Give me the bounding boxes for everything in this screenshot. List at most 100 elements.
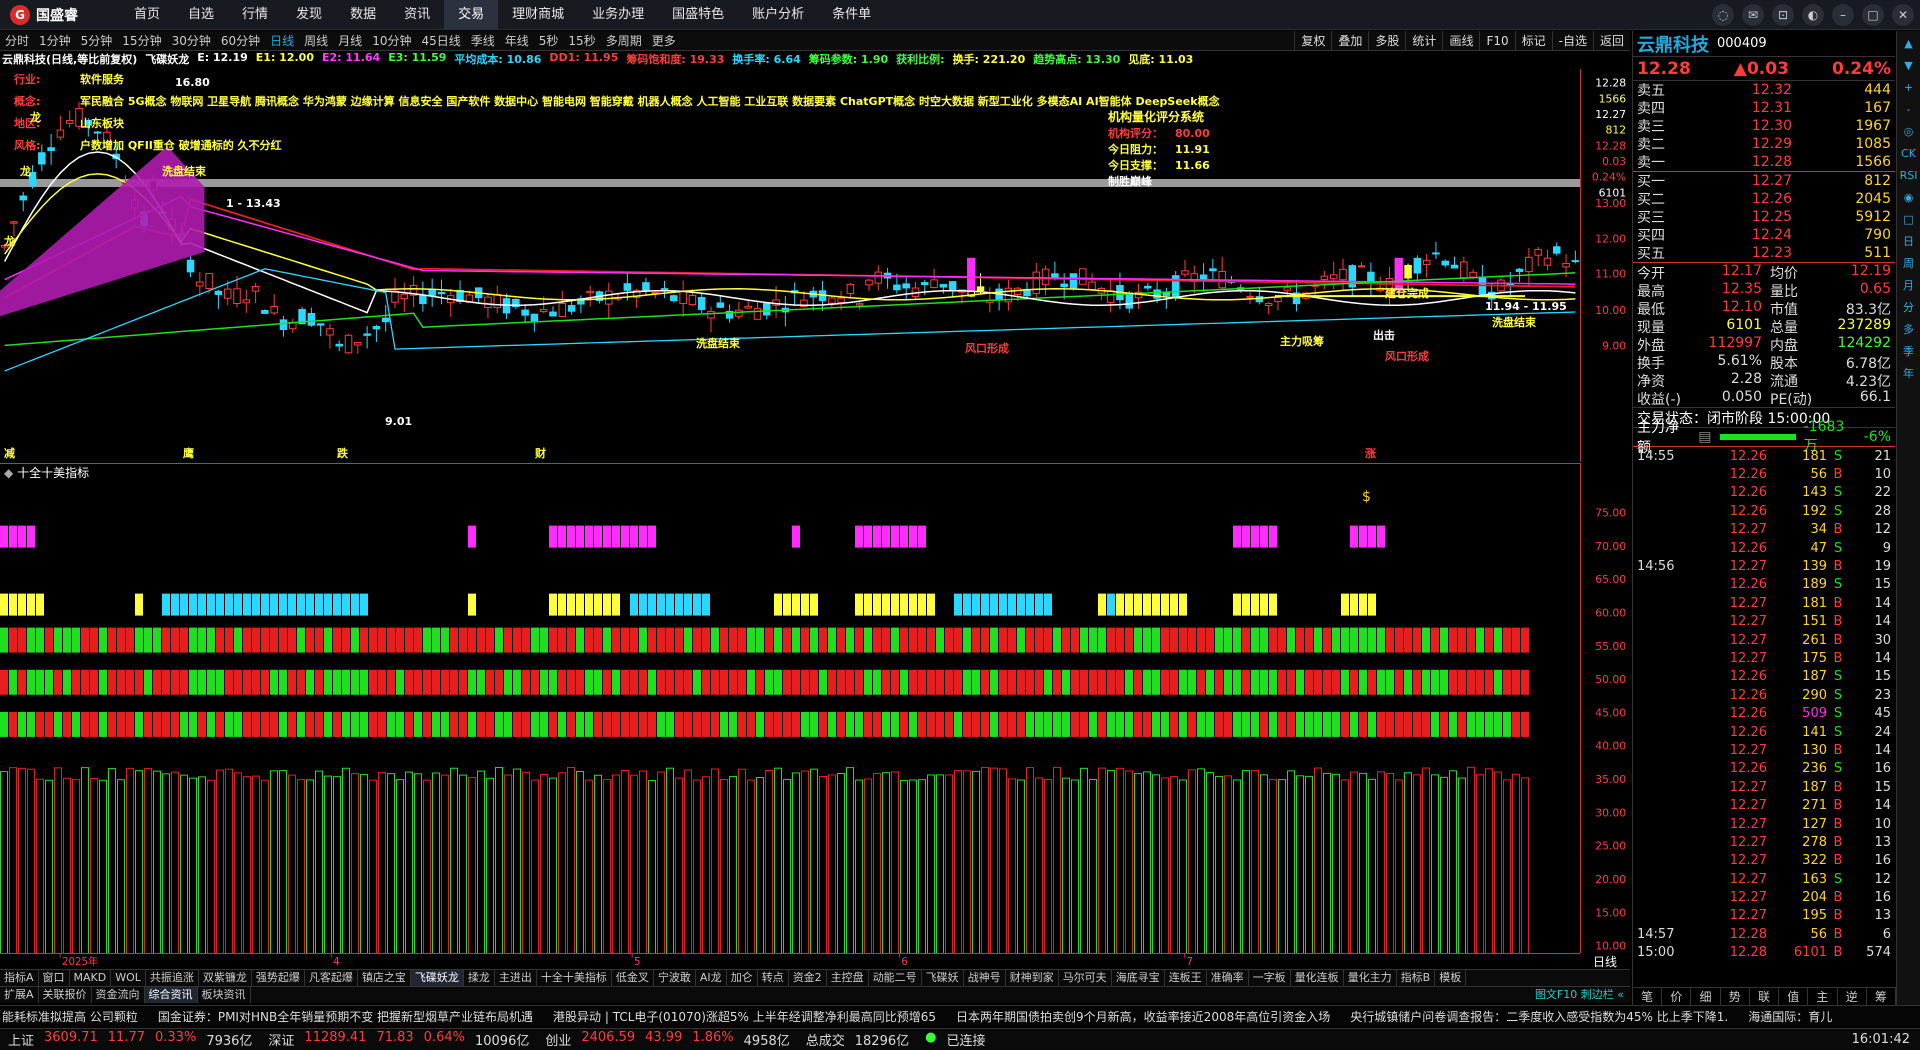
chart-tool-1[interactable]: 叠加 bbox=[1331, 31, 1368, 51]
chart-tool-2[interactable]: 多股 bbox=[1368, 31, 1405, 51]
zoom-in-icon[interactable]: + bbox=[1900, 79, 1918, 97]
chart-tool-7[interactable]: -自选 bbox=[1551, 31, 1593, 51]
news-item[interactable]: 国金证券：PMI对HNB全年销量预期不变 把握新型烟草产业链布局机遇 bbox=[158, 1008, 533, 1025]
quote-tab-0[interactable]: 笔 bbox=[1633, 988, 1663, 1005]
ck-icon[interactable]: CK bbox=[1900, 145, 1918, 163]
indicator-tab-13[interactable]: 低金叉 bbox=[612, 970, 654, 986]
indicator-tab-21[interactable]: 飞碟妖 bbox=[922, 970, 964, 986]
indicator-tab-26[interactable]: 连板王 bbox=[1165, 970, 1207, 986]
quote-tab-4[interactable]: 联 bbox=[1750, 988, 1780, 1005]
news-item[interactable]: 日本两年期国债拍卖创9个月新高，收益率接近2008年高位引资金入场 bbox=[956, 1008, 1330, 1025]
chat-icon[interactable]: ◌ bbox=[1712, 4, 1734, 26]
lock-icon[interactable]: ⊡ bbox=[1772, 4, 1794, 26]
week-icon[interactable]: 周 bbox=[1900, 255, 1918, 273]
period-tab-12[interactable]: 年线 bbox=[500, 31, 534, 51]
indicator-tab-2[interactable]: MAKD bbox=[70, 970, 112, 986]
indicator-tab-27[interactable]: 准确率 bbox=[1207, 970, 1249, 986]
quote-tab-3[interactable]: 势 bbox=[1721, 988, 1750, 1005]
indicator-chart[interactable]: $ bbox=[0, 479, 1580, 953]
indicator-tab-6[interactable]: 强势起爆 bbox=[252, 970, 305, 986]
news-item[interactable]: 港股异动 | TCL电子(01070)涨超5% 上半年经调整净利最高同比预增65 bbox=[553, 1008, 936, 1025]
period-tab-6[interactable]: 日线 bbox=[265, 31, 299, 51]
quote-tab-8[interactable]: 筹 bbox=[1867, 988, 1896, 1005]
nav-item-1[interactable]: 自选 bbox=[174, 0, 228, 30]
tick-list[interactable]: 14:55 12.26 181 S 21 12.26 56 B 10 12.26 143 S 22 12.… bbox=[1633, 447, 1895, 962]
target-icon[interactable]: ◎ bbox=[1900, 123, 1918, 141]
bid-row[interactable]: 买四 12.24 790 bbox=[1633, 226, 1895, 244]
chart-tool-4[interactable]: 画线 bbox=[1442, 31, 1479, 51]
period-tab-4[interactable]: 30分钟 bbox=[167, 31, 216, 51]
zoom-out-icon[interactable]: - bbox=[1900, 101, 1918, 119]
ask-row[interactable]: 卖四 12.31 167 bbox=[1633, 99, 1895, 117]
maximize-icon[interactable]: □ bbox=[1862, 4, 1884, 26]
gauge-icon[interactable]: ◉ bbox=[1900, 189, 1918, 207]
indicator-tab-29[interactable]: 量化连板 bbox=[1291, 970, 1344, 986]
indicator-tab-1[interactable]: 窗口 bbox=[39, 970, 70, 986]
close-icon[interactable]: ✕ bbox=[1892, 4, 1914, 26]
minute-icon[interactable]: 分 bbox=[1900, 299, 1918, 317]
year-icon[interactable]: 年 bbox=[1900, 365, 1918, 383]
f10-sidebar-toggle[interactable]: 图文F10 刺边栏 « bbox=[1529, 987, 1630, 1003]
nav-item-11[interactable]: 条件单 bbox=[818, 0, 885, 30]
quote-tab-1[interactable]: 价 bbox=[1662, 988, 1692, 1005]
nav-item-5[interactable]: 资讯 bbox=[390, 0, 444, 30]
period-tab-11[interactable]: 季线 bbox=[466, 31, 500, 51]
chart-tool-3[interactable]: 统计 bbox=[1405, 31, 1442, 51]
nav-item-9[interactable]: 国盛特色 bbox=[658, 0, 738, 30]
table-icon[interactable]: ▤ bbox=[1698, 429, 1711, 445]
quote-tab-2[interactable]: 细 bbox=[1691, 988, 1721, 1005]
indicator-tab-28[interactable]: 一字板 bbox=[1249, 970, 1291, 986]
indicator-tab-32[interactable]: 模板 bbox=[1435, 970, 1467, 986]
period-tab-0[interactable]: 分时 bbox=[0, 31, 34, 51]
news-item[interactable]: 海通国际：育儿 bbox=[1748, 1008, 1832, 1025]
indicator-tab-14[interactable]: 宁波敢 bbox=[654, 970, 696, 986]
bid-row[interactable]: 买一 12.27 812 bbox=[1633, 172, 1895, 190]
indicator-tab-16[interactable]: 加仑 bbox=[727, 970, 758, 986]
app-logo[interactable]: G 国盛睿 bbox=[0, 4, 120, 25]
chart-tool-5[interactable]: F10 bbox=[1479, 31, 1514, 51]
info-tab-1[interactable]: 关联报价 bbox=[39, 987, 92, 1003]
indicator-tab-15[interactable]: AI龙 bbox=[696, 970, 727, 986]
indicator-tab-20[interactable]: 动能二号 bbox=[869, 970, 922, 986]
rsi-icon[interactable]: RSI bbox=[1900, 167, 1918, 185]
chart-tool-8[interactable]: 返回 bbox=[1592, 31, 1630, 51]
ask-row[interactable]: 卖三 12.30 1967 bbox=[1633, 117, 1895, 135]
indicator-tab-18[interactable]: 资金2 bbox=[789, 970, 827, 986]
index-shanghai[interactable]: 上证 3609.71 11.77 0.33% 7936亿 bbox=[0, 1030, 260, 1049]
multi-icon[interactable]: 多 bbox=[1900, 321, 1918, 339]
info-tab-3[interactable]: 综合资讯 bbox=[144, 987, 198, 1003]
info-tab-4[interactable]: 板块资讯 bbox=[198, 987, 251, 1003]
nav-item-2[interactable]: 行情 bbox=[228, 0, 282, 30]
theme-icon[interactable]: ◐ bbox=[1802, 4, 1824, 26]
period-tab-8[interactable]: 月线 bbox=[333, 31, 367, 51]
arrow-down-icon[interactable]: ▼ bbox=[1900, 57, 1918, 75]
period-tab-7[interactable]: 周线 bbox=[299, 31, 333, 51]
nav-item-7[interactable]: 理财商城 bbox=[498, 0, 578, 30]
info-tab-2[interactable]: 资金流向 bbox=[92, 987, 145, 1003]
period-tab-15[interactable]: 多周期 bbox=[601, 31, 647, 51]
date-axis-period[interactable]: 日线 bbox=[1580, 953, 1630, 969]
indicator-tab-3[interactable]: WOL bbox=[111, 970, 146, 986]
period-tab-2[interactable]: 5分钟 bbox=[76, 31, 118, 51]
indicator-tab-5[interactable]: 双紫镰龙 bbox=[199, 970, 252, 986]
period-tab-10[interactable]: 45日线 bbox=[416, 31, 465, 51]
bid-row[interactable]: 买三 12.25 5912 bbox=[1633, 208, 1895, 226]
info-tab-0[interactable]: 扩展A bbox=[0, 987, 39, 1003]
indicator-tab-22[interactable]: 战神号 bbox=[964, 970, 1006, 986]
period-tab-14[interactable]: 15秒 bbox=[563, 31, 600, 51]
ask-row[interactable]: 卖二 12.29 1085 bbox=[1633, 135, 1895, 153]
chart-tool-6[interactable]: 标记 bbox=[1514, 31, 1552, 51]
chart-tool-0[interactable]: 复权 bbox=[1294, 31, 1331, 51]
period-tab-13[interactable]: 5秒 bbox=[534, 31, 564, 51]
nav-item-3[interactable]: 发现 bbox=[282, 0, 336, 30]
indicator-tab-23[interactable]: 财神到家 bbox=[1006, 970, 1059, 986]
connection-status[interactable]: ● 已连接 bbox=[917, 1030, 993, 1049]
bid-row[interactable]: 买五 12.23 511 bbox=[1633, 244, 1895, 262]
indicator-tab-11[interactable]: 主进出 bbox=[495, 970, 537, 986]
quote-tab-7[interactable]: 逆 bbox=[1838, 988, 1867, 1005]
stock-name[interactable]: 云鼎科技 bbox=[1637, 31, 1709, 57]
indicator-tab-4[interactable]: 共振追涨 bbox=[146, 970, 199, 986]
period-tab-3[interactable]: 15分钟 bbox=[117, 31, 166, 51]
indicator-tab-9[interactable]: 飞碟妖龙 bbox=[410, 970, 464, 986]
indicator-tab-24[interactable]: 马尔可夫 bbox=[1059, 970, 1112, 986]
